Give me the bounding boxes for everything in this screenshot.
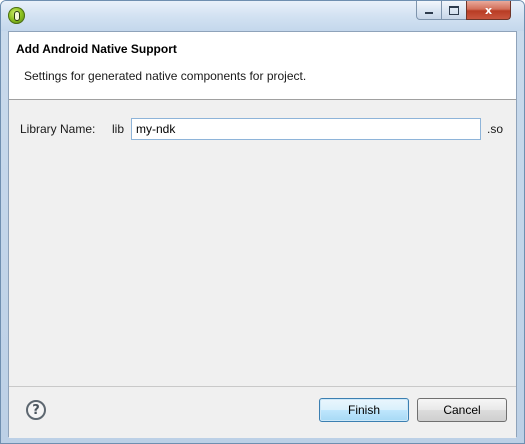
close-icon: x [484, 3, 493, 17]
maximize-button[interactable] [441, 1, 467, 20]
title-bar[interactable]: x [1, 1, 524, 31]
finish-button[interactable]: Finish [319, 398, 409, 422]
wizard-body: Library Name: lib .so [9, 100, 516, 386]
minimize-icon [425, 12, 433, 14]
library-name-input[interactable] [131, 118, 481, 140]
wizard-header: Add Android Native Support Settings for … [9, 32, 516, 100]
button-bar: ? Finish Cancel [9, 386, 516, 438]
page-description: Settings for generated native components… [24, 69, 307, 83]
library-prefix-label: lib [112, 122, 125, 136]
dialog-client-area: Add Android Native Support Settings for … [8, 31, 517, 438]
library-name-label: Library Name: [20, 122, 96, 136]
dialog-window: x Add Android Native Support Settings fo… [0, 0, 525, 444]
minimize-button[interactable] [416, 1, 442, 20]
cancel-button[interactable]: Cancel [417, 398, 507, 422]
maximize-icon [449, 5, 459, 15]
page-title: Add Android Native Support [16, 42, 177, 56]
help-icon[interactable]: ? [26, 400, 46, 420]
android-app-icon [8, 7, 25, 24]
library-suffix-label: .so [487, 122, 504, 136]
close-button[interactable]: x [466, 1, 511, 20]
